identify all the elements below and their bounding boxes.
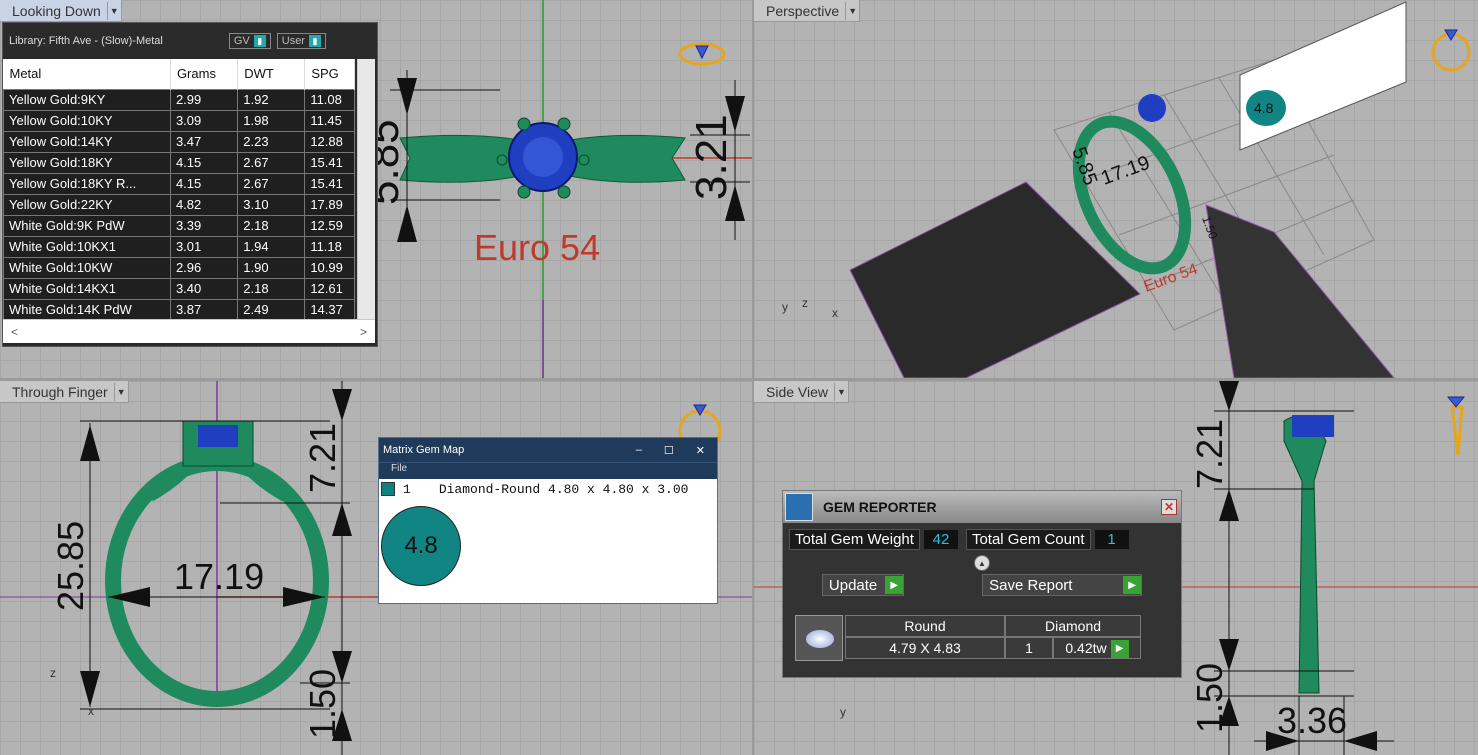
dim-bottom: 1.50 [1189, 663, 1230, 733]
scroll-left-arrow[interactable]: < [11, 325, 18, 339]
table-row[interactable]: White Gold:9K PdW 3.39 2.18 12.59 [3, 214, 355, 237]
svg-text:17.19: 17.19 [1098, 152, 1153, 190]
gem-size-circle: 4.8 [381, 506, 461, 586]
user-toggle[interactable]: User ▮ [276, 33, 326, 49]
scroll-right-arrow[interactable]: > [360, 325, 367, 339]
viewport-looking-down[interactable]: Looking Down ▼ 5.85 3.21 Euro 54 x Libra… [0, 0, 752, 378]
chevron-up-icon[interactable]: ▲ [974, 555, 990, 571]
screen: { "viewports": { "top_left": {"label": "… [0, 0, 1478, 755]
table-row[interactable]: White Gold:14K PdW 3.87 2.49 14.37 [3, 298, 355, 321]
update-button[interactable]: Update ▶ [821, 574, 905, 596]
ring-icon [678, 42, 726, 66]
viewport-label[interactable]: Looking Down ▼ [0, 0, 122, 22]
dim-top: 7.21 [1189, 419, 1230, 489]
viewport-label[interactable]: Perspective ▼ [754, 0, 861, 22]
table-row[interactable]: Yellow Gold:14KY 3.47 2.23 12.88 [3, 130, 355, 153]
metal-weights-panel[interactable]: Library: Fifth Ave - (Slow)-Metal GV ▮ Us… [2, 22, 378, 347]
table-row[interactable]: Yellow Gold:18KY R... 4.15 2.67 15.41 [3, 172, 355, 195]
horizontal-scrollbar[interactable]: < > [3, 319, 375, 343]
table-row[interactable]: White Gold:10KX1 3.01 1.94 11.18 [3, 235, 355, 258]
save-report-button[interactable]: Save Report ▶ [982, 574, 1143, 596]
table-row[interactable]: Yellow Gold:22KY 4.82 3.10 17.89 [3, 193, 355, 216]
table-row[interactable]: White Gold:10KW 2.96 1.90 10.99 [3, 256, 355, 279]
total-count-value: 1 [1094, 530, 1129, 549]
gem-color-swatch [381, 482, 395, 496]
matrix-gem-map-window[interactable]: Matrix Gem Map – ☐ ✕ File 1 Diamond-Round … [378, 437, 718, 604]
viewport-perspective[interactable]: Perspective ▼ 4.8 17.19 5.85 1.50 Euro 5… [754, 0, 1478, 378]
play-icon: ▶ [1110, 640, 1129, 659]
dim-bottom: 1.50 [302, 669, 343, 739]
gem-reporter-header[interactable]: GEM REPORTER ✕ [783, 491, 1181, 523]
column-header[interactable]: SPG [304, 59, 355, 89]
ring-size-label: Euro 54 [474, 227, 600, 268]
gv-toggle[interactable]: GV ▮ [228, 33, 271, 49]
chevron-down-icon[interactable]: ▼ [113, 382, 128, 401]
gem-reporter-logo-icon [785, 493, 813, 521]
menu-file[interactable]: File [379, 462, 717, 479]
column-header[interactable]: DWT [237, 59, 306, 89]
ring-perspective-view: 4.8 17.19 5.85 1.50 Euro 54 [849, 1, 1471, 378]
close-icon[interactable]: ✕ [1161, 499, 1177, 515]
play-icon: ▶ [1123, 576, 1142, 594]
total-count-label: Total Gem Count [965, 529, 1091, 550]
table-row[interactable]: Yellow Gold:18KY 4.15 2.67 15.41 [3, 151, 355, 174]
dim-height: 25.85 [50, 521, 91, 611]
svg-text:4.8: 4.8 [1254, 100, 1274, 116]
dim-right: 3.21 [687, 114, 736, 200]
vertical-scrollbar[interactable] [357, 59, 375, 319]
dim-width: 3.36 [1277, 700, 1347, 741]
collapse-slider[interactable]: ▲ [783, 554, 1181, 572]
table-row[interactable]: Yellow Gold:9KY 2.99 1.92 11.08 [3, 88, 355, 111]
column-header[interactable]: Grams [170, 59, 239, 89]
svg-text:5.85: 5.85 [1067, 144, 1101, 188]
chevron-down-icon[interactable]: ▼ [845, 1, 859, 20]
viewport-label[interactable]: Through Finger ▼ [0, 381, 129, 403]
ring-icon [1431, 29, 1471, 72]
metal-table: Metal Grams DWT SPG Yellow Gold:9KY 2.99 1.92… [3, 59, 355, 321]
gem-reporter-panel[interactable]: GEM REPORTER ✕ Total Gem Weight 42 Total… [782, 490, 1182, 678]
library-label: Library: Fifth Ave - (Slow)-Metal [9, 35, 163, 47]
play-icon: ▶ [885, 576, 904, 594]
table-row[interactable]: White Gold:14KX1 3.40 2.18 12.61 [3, 277, 355, 300]
chevron-down-icon[interactable]: ▼ [106, 1, 121, 20]
column-header[interactable]: Metal [3, 59, 171, 89]
table-row[interactable]: Yellow Gold:10KY 3.09 1.98 11.45 [3, 109, 355, 132]
ring-icon [1446, 396, 1466, 456]
chevron-down-icon[interactable]: ▼ [834, 382, 848, 401]
gem-thumbnail [795, 615, 843, 661]
gem-map-titlebar[interactable]: Matrix Gem Map – ☐ ✕ [379, 438, 717, 462]
close-icon[interactable]: ✕ [696, 444, 705, 457]
gem-map-row[interactable]: 1 Diamond-Round 4.80 x 4.80 x 3.00 [379, 479, 717, 499]
total-weight-value: 42 [923, 530, 958, 549]
total-weight-label: Total Gem Weight [789, 529, 920, 550]
dim-top: 7.21 [302, 423, 343, 493]
minimize-icon[interactable]: – [636, 444, 642, 457]
gem-list-row[interactable]: Round Diamond 4.79 X 4.83 1 0.42tw ▶ [795, 615, 1143, 661]
toggle-icon: ▮ [308, 35, 321, 47]
carat-cell[interactable]: 0.42tw ▶ [1053, 637, 1141, 659]
toggle-icon: ▮ [253, 35, 266, 47]
maximize-icon[interactable]: ☐ [664, 444, 674, 457]
dim-width: 17.19 [174, 556, 264, 597]
viewport-label[interactable]: Side View ▼ [754, 381, 850, 403]
